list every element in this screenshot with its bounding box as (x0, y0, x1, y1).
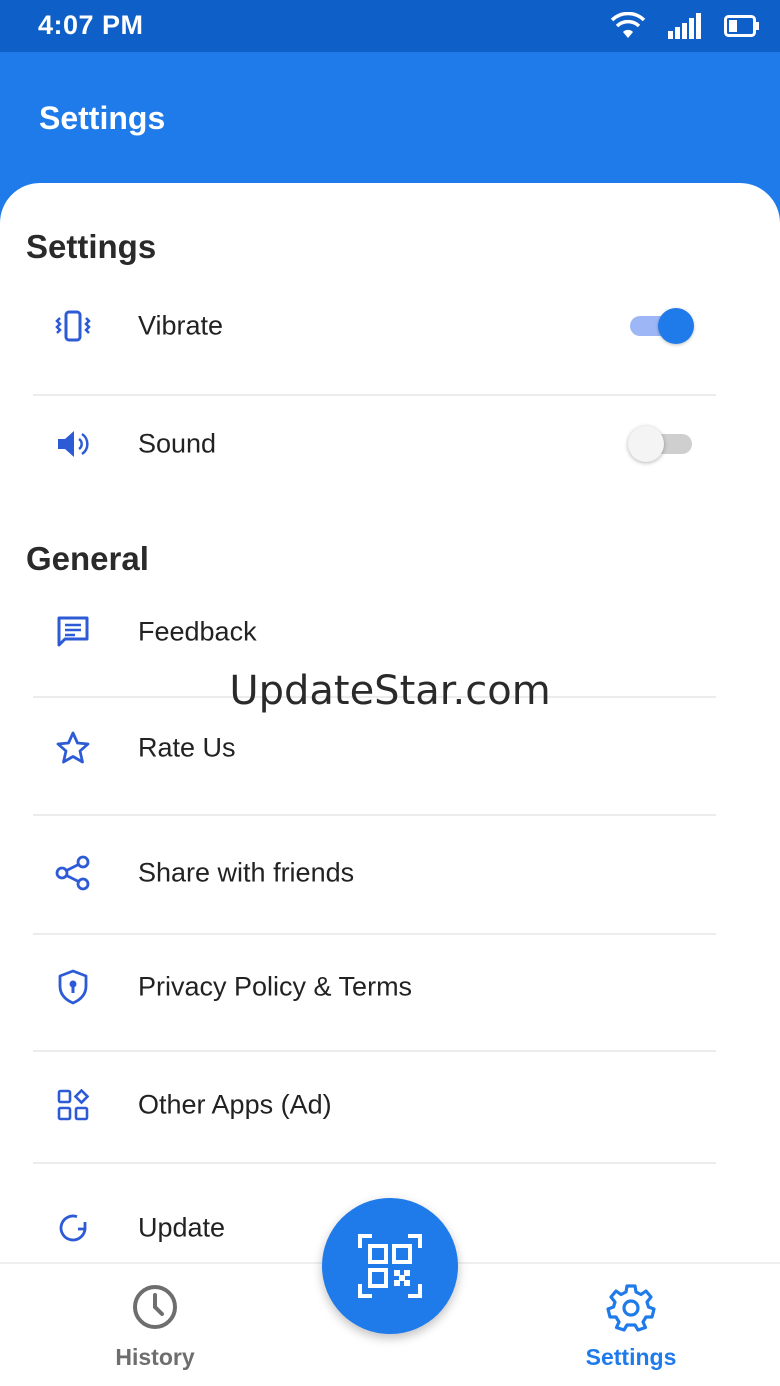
vibrate-row[interactable]: Vibrate (0, 268, 780, 384)
nav-settings-label: Settings (585, 1344, 677, 1370)
vibrate-toggle[interactable] (628, 306, 694, 346)
sound-toggle[interactable] (628, 424, 694, 464)
nav-history[interactable]: History (55, 1264, 255, 1386)
qr-scan-icon (358, 1234, 422, 1298)
battery-icon (724, 15, 759, 37)
share-label: Share with friends (138, 857, 355, 888)
volume-icon (52, 423, 94, 465)
clock-icon (133, 1285, 177, 1329)
share-icon (52, 852, 94, 894)
vibrate-toggle-knob (658, 308, 694, 344)
watermark-text: UpdateStar.com (229, 668, 551, 714)
apps-icon (52, 1084, 94, 1126)
divider (33, 1162, 716, 1164)
refresh-icon (52, 1207, 94, 1249)
privacy-policy-label: Privacy Policy & Terms (138, 971, 413, 1002)
feedback-icon (52, 611, 94, 653)
nav-history-label: History (115, 1344, 195, 1370)
scan-qr-button[interactable] (322, 1198, 458, 1334)
status-bar: 4:07 PM (0, 0, 780, 52)
other-apps-label: Other Apps (Ad) (138, 1089, 332, 1120)
nav-settings[interactable]: Settings (531, 1264, 731, 1386)
status-time: 4:07 PM (38, 10, 144, 40)
gear-icon (606, 1284, 656, 1332)
sound-label: Sound (138, 428, 217, 459)
update-label: Update (138, 1212, 226, 1243)
signal-icon (668, 13, 701, 39)
sound-row[interactable]: Sound (0, 386, 780, 502)
privacy-policy-row[interactable]: Privacy Policy & Terms (0, 929, 780, 1045)
settings-section-heading: Settings (26, 228, 157, 265)
wifi-icon (610, 12, 646, 38)
vibrate-label: Vibrate (138, 310, 224, 341)
rate-us-label: Rate Us (138, 732, 236, 763)
status-icons (610, 10, 760, 42)
share-row[interactable]: Share with friends (0, 815, 780, 931)
shield-icon (52, 966, 94, 1008)
star-icon (52, 727, 94, 769)
page-title: Settings (39, 100, 166, 136)
vibrate-icon (52, 305, 94, 347)
general-section-heading: General (26, 540, 149, 577)
app-bar: Settings (0, 52, 780, 192)
other-apps-row[interactable]: Other Apps (Ad) (0, 1047, 780, 1163)
feedback-label: Feedback (138, 616, 257, 647)
sound-toggle-knob (628, 426, 664, 462)
